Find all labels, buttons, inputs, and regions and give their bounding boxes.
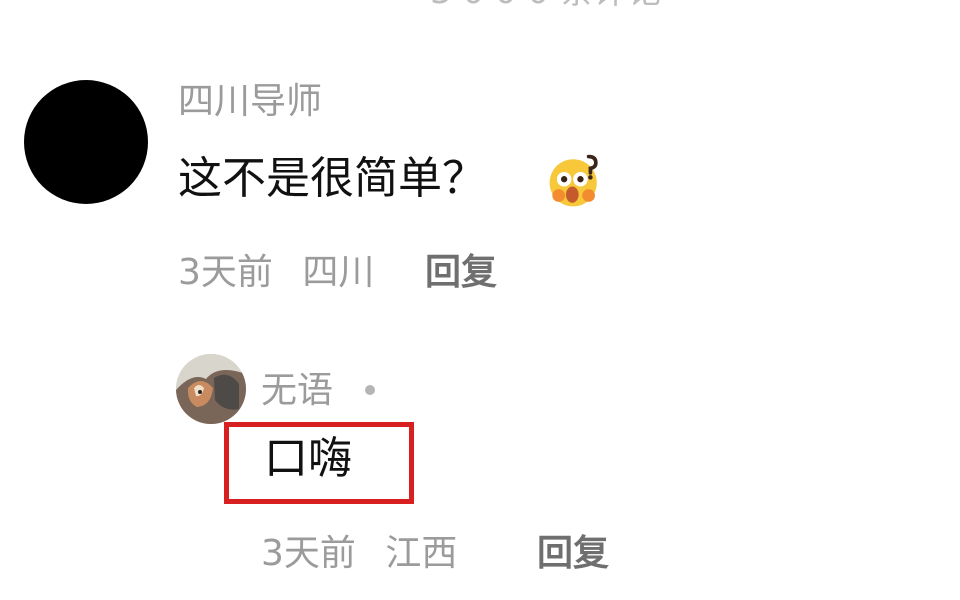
reply-location: 江西: [385, 533, 458, 574]
comment-time: 3天前: [178, 252, 273, 293]
avatar[interactable]: [24, 80, 148, 204]
comment-location: 四川: [302, 252, 375, 293]
reply-button[interactable]: 回复: [537, 532, 609, 576]
reply-text: 口嗨: [264, 433, 352, 484]
avatar[interactable]: [176, 354, 246, 424]
comment-author[interactable]: 四川导师: [178, 80, 322, 124]
separator-dot: [365, 385, 375, 395]
partial-header-text: 3 0 0 0 条评论: [430, 0, 730, 12]
comment-text: 这不是很简单？: [178, 153, 486, 204]
reply-button[interactable]: 回复: [425, 251, 497, 295]
comment-meta: 3天前 四川: [178, 251, 392, 295]
shocked-face-icon: [549, 154, 598, 207]
avatar-image: [176, 354, 246, 424]
reply-time: 3天前: [261, 533, 356, 574]
reply-author[interactable]: 无语: [261, 369, 333, 413]
reply-meta: 3天前 江西: [261, 532, 457, 576]
